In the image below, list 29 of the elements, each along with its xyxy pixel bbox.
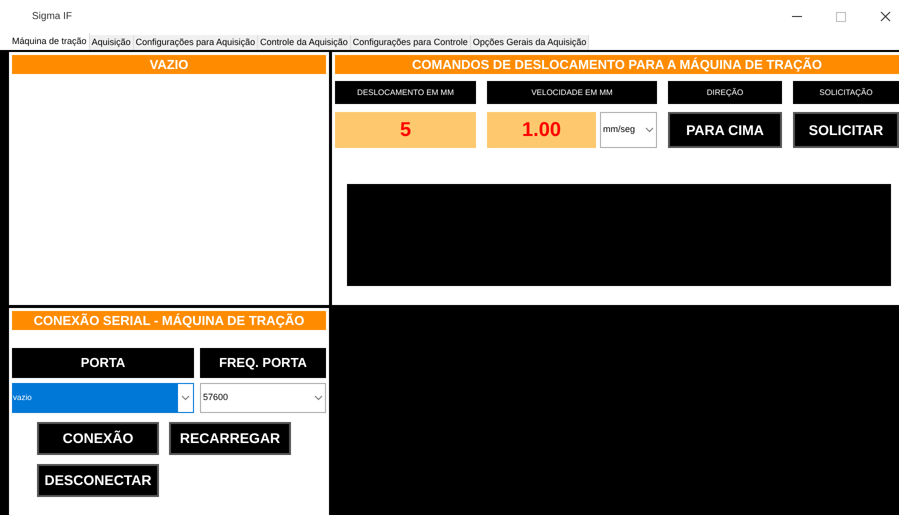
port-dropdown[interactable]: vazio bbox=[12, 383, 194, 413]
action-button[interactable]: CONEXÃO bbox=[37, 422, 159, 455]
baud-dropdown[interactable]: 57600 bbox=[200, 383, 326, 413]
unit-dropdown[interactable]: mm/seg bbox=[600, 112, 657, 148]
column-label: VELOCIDADE EM MM bbox=[487, 81, 657, 104]
action-button[interactable]: PARA CIMA bbox=[668, 112, 782, 148]
chevron-down-icon bbox=[314, 395, 323, 401]
chevron-down-icon bbox=[645, 127, 654, 133]
chevron-down-icon bbox=[181, 395, 190, 401]
tab[interactable]: Máquina de tração bbox=[10, 33, 90, 50]
action-button[interactable]: DESCONECTAR bbox=[37, 464, 159, 497]
minimize-icon[interactable] bbox=[792, 16, 802, 18]
action-button[interactable]: SOLICITAR bbox=[793, 112, 899, 148]
tab[interactable]: Configurações para Controle bbox=[350, 35, 471, 50]
column-label: DIREÇÃO bbox=[668, 81, 782, 104]
window-title: Sigma IF bbox=[32, 10, 72, 24]
section-header: CONEXÃO SERIAL - MÁQUINA DE TRAÇÃO bbox=[12, 311, 326, 330]
section-header: COMANDOS DE DESLOCAMENTO PARA A MÁQUINA DE TRAÇÃO bbox=[335, 55, 899, 74]
column-label: SOLICITAÇÃO bbox=[793, 81, 899, 104]
action-button[interactable]: RECARREGAR bbox=[169, 422, 291, 455]
column-label: PORTA bbox=[12, 348, 194, 378]
column-label: FREQ. PORTA bbox=[200, 348, 326, 378]
tab[interactable]: Controle da Aquisição bbox=[258, 35, 351, 50]
tab[interactable]: Opções Gerais da Aquisição bbox=[470, 35, 590, 50]
section-header: VAZIO bbox=[12, 55, 326, 74]
tab[interactable]: Configurações para Aquisição bbox=[134, 35, 258, 50]
close-icon[interactable] bbox=[880, 11, 891, 22]
column-label: DESLOCAMENTO EM MM bbox=[335, 81, 476, 104]
tab[interactable]: Aquisição bbox=[90, 35, 134, 50]
